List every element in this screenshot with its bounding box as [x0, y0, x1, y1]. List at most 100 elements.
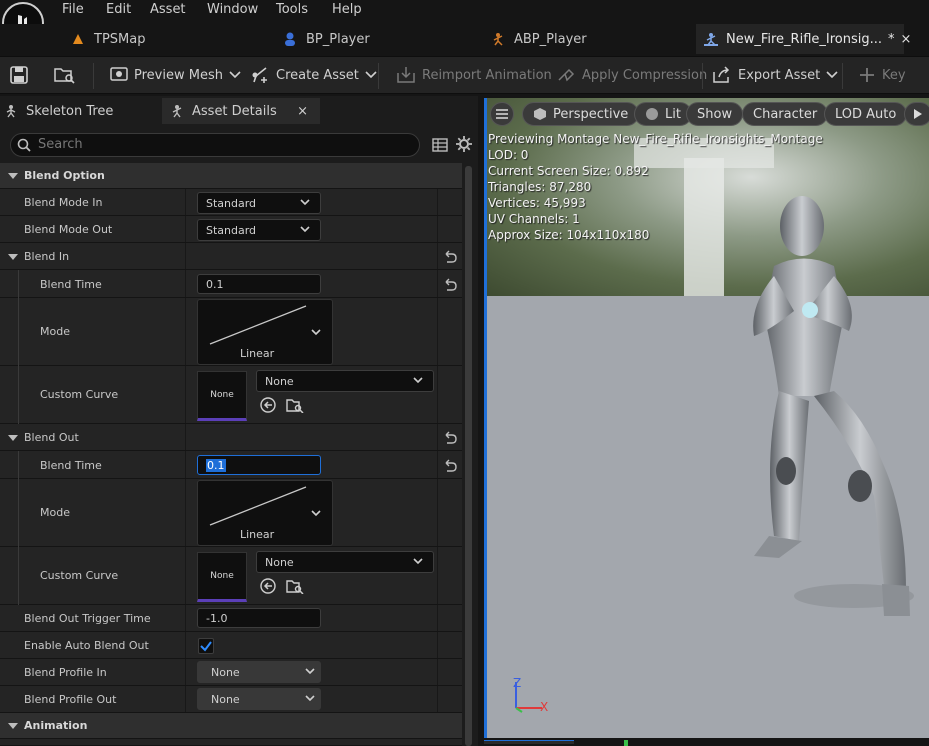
- character-mannequin: [753, 196, 914, 616]
- browse-asset-icon[interactable]: [286, 578, 304, 594]
- property-blend-mode-in: Blend Mode In Standard: [0, 189, 462, 216]
- preview-mesh-button[interactable]: Preview Mesh: [110, 57, 247, 93]
- close-panel-icon[interactable]: ×: [297, 104, 308, 119]
- level-icon: [70, 31, 86, 47]
- collapse-caret-icon[interactable]: [8, 723, 18, 729]
- play-icon: [914, 109, 922, 119]
- dropdown-value: Standard: [206, 196, 257, 210]
- dropdown-value: None: [265, 555, 294, 569]
- character-button[interactable]: Character: [742, 102, 829, 126]
- viewport-options-button[interactable]: [490, 102, 514, 126]
- reimport-animation-button[interactable]: Reimport Animation: [396, 57, 552, 93]
- reset-to-default-icon[interactable]: [442, 250, 458, 264]
- menu-window[interactable]: Window: [207, 2, 258, 17]
- custom-curve-asset-dropdown[interactable]: None: [256, 370, 434, 392]
- property-label: Enable Auto Blend Out: [24, 639, 149, 652]
- export-asset-button[interactable]: Export Asset: [712, 57, 844, 93]
- blend-profile-in-dropdown[interactable]: None: [197, 661, 321, 683]
- table-view-icon[interactable]: [432, 137, 448, 153]
- menu-edit[interactable]: Edit: [106, 2, 131, 17]
- compression-icon: [558, 68, 575, 82]
- mode-value: Linear: [240, 347, 275, 360]
- menu-asset[interactable]: Asset: [150, 2, 186, 17]
- thumbnail-label: None: [210, 390, 234, 400]
- show-button[interactable]: Show: [686, 102, 744, 126]
- blueprint-icon: [282, 31, 298, 47]
- menu-tools[interactable]: Tools: [276, 2, 308, 17]
- preview-viewport[interactable]: Perspective Lit Show Character LOD Auto …: [484, 98, 929, 738]
- dropdown-value: Standard: [206, 223, 257, 237]
- lit-mode-button[interactable]: Lit: [634, 102, 692, 126]
- export-asset-label: Export Asset: [738, 67, 821, 83]
- blend-out-trigger-time-input[interactable]: -1.0: [197, 608, 321, 628]
- reset-to-default-icon[interactable]: [442, 431, 458, 445]
- property-blend-mode-out: Blend Mode Out Standard: [0, 216, 462, 243]
- property-blend-in-time: Blend Time 0.1: [0, 270, 462, 298]
- settings-gear-icon[interactable]: [456, 136, 472, 152]
- tab-montage[interactable]: New_Fire_Rifle_Ironsig... * ×: [696, 24, 911, 54]
- close-tab-icon[interactable]: ×: [901, 32, 912, 47]
- blend-mode-out-dropdown[interactable]: Standard: [197, 219, 321, 241]
- create-asset-button[interactable]: Create Asset: [250, 57, 383, 93]
- reset-to-default-icon[interactable]: [442, 459, 458, 473]
- blend-profile-out-dropdown[interactable]: None: [197, 688, 321, 710]
- dropdown-value: None: [211, 665, 240, 679]
- use-selected-asset-icon[interactable]: [260, 397, 276, 413]
- curve-thumbnail[interactable]: None: [197, 371, 247, 421]
- skeleton-tree-label: Skeleton Tree: [26, 103, 114, 119]
- stat-vertices: Vertices: 45,993: [488, 196, 586, 210]
- group-blend-out[interactable]: Blend Out: [0, 424, 462, 451]
- apply-compression-button[interactable]: Apply Compression: [556, 57, 707, 93]
- reset-to-default-icon[interactable]: [442, 278, 458, 292]
- curve-thumbnail[interactable]: None: [197, 552, 247, 602]
- tab-skeleton-tree[interactable]: Skeleton Tree: [4, 98, 154, 124]
- tab-asset-details[interactable]: Asset Details ×: [162, 98, 320, 124]
- create-asset-label: Create Asset: [276, 67, 359, 83]
- tab-bp-player[interactable]: BP_Player: [282, 24, 482, 54]
- blend-out-mode-picker[interactable]: Linear: [197, 480, 333, 546]
- collapse-caret-icon[interactable]: [8, 435, 18, 441]
- perspective-button[interactable]: Perspective: [522, 102, 640, 126]
- use-selected-asset-icon[interactable]: [260, 578, 276, 594]
- input-value: -1.0: [206, 611, 228, 625]
- blend-mode-in-dropdown[interactable]: Standard: [197, 192, 321, 214]
- auto-blend-out-checkbox[interactable]: [198, 638, 214, 654]
- category-blend-option[interactable]: Blend Option: [0, 163, 462, 189]
- group-blend-in[interactable]: Blend In: [0, 243, 462, 270]
- chevron-down-icon: [413, 377, 423, 384]
- collapse-caret-icon[interactable]: [8, 173, 18, 179]
- blend-out-time-input[interactable]: 0.1: [197, 455, 321, 475]
- property-label: Blend Profile In: [24, 666, 107, 679]
- property-blend-out-time: Blend Time 0.1: [0, 451, 462, 479]
- browse-asset-icon[interactable]: [286, 397, 304, 413]
- search-input[interactable]: Search: [10, 133, 420, 157]
- save-button[interactable]: [10, 57, 34, 93]
- blend-in-mode-picker[interactable]: Linear: [197, 299, 333, 365]
- tab-abp-player[interactable]: ABP_Player: [490, 24, 690, 54]
- property-blend-profile-in: Blend Profile In None: [0, 659, 462, 686]
- key-button[interactable]: Key: [858, 57, 906, 93]
- details-scrollbar[interactable]: [465, 166, 472, 746]
- tab-tpsmap[interactable]: TPSMap: [70, 24, 270, 54]
- browse-button[interactable]: [54, 57, 82, 93]
- collapse-caret-icon[interactable]: [8, 254, 18, 260]
- toolbar-divider: [378, 63, 379, 89]
- property-label: Mode: [40, 325, 70, 338]
- property-label: Mode: [40, 506, 70, 519]
- blend-in-time-input[interactable]: 0.1: [197, 274, 321, 294]
- property-label: Blend Mode Out: [24, 223, 113, 236]
- menu-help[interactable]: Help: [332, 2, 362, 17]
- stat-lod: LOD: 0: [488, 148, 529, 162]
- property-blend-profile-out: Blend Profile Out None: [0, 686, 462, 713]
- chevron-down-icon: [229, 71, 241, 79]
- play-button[interactable]: [904, 102, 929, 126]
- category-animation[interactable]: Animation: [0, 713, 462, 739]
- property-blend-out-trigger-time: Blend Out Trigger Time -1.0: [0, 605, 462, 632]
- show-label: Show: [697, 106, 733, 122]
- lod-button[interactable]: LOD Auto: [824, 102, 908, 126]
- reimport-icon: [397, 67, 415, 83]
- search-icon: [17, 138, 31, 152]
- custom-curve-asset-dropdown[interactable]: None: [256, 551, 434, 573]
- menu-file[interactable]: File: [62, 2, 84, 17]
- thumbnail-label: None: [210, 571, 234, 581]
